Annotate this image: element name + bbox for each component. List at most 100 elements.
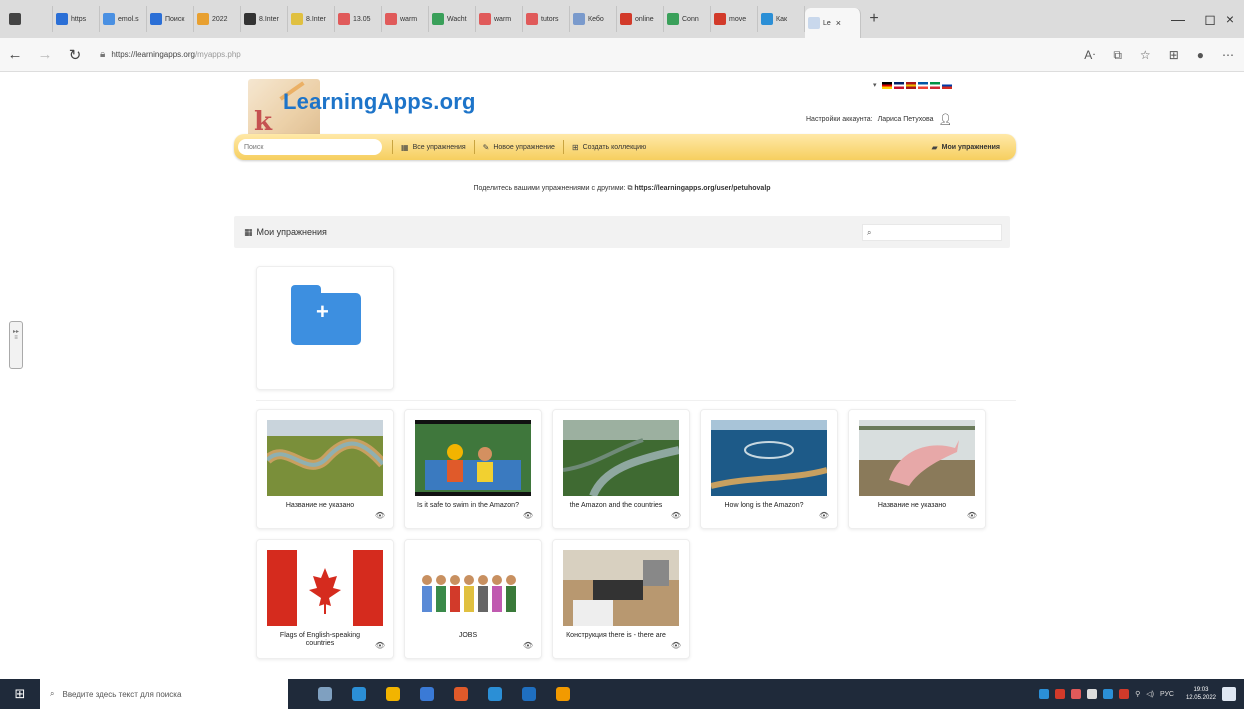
app-thumbnail[interactable] [563, 420, 679, 496]
browser-tab[interactable]: online [617, 6, 664, 32]
app-card[interactable]: the Amazon and the countries 👁︎ [552, 409, 690, 529]
language-flag-icon[interactable] [881, 81, 892, 89]
site-logo[interactable]: k LearningApps.org [248, 75, 508, 141]
browser-tab[interactable]: emol.s [100, 6, 147, 32]
eye-icon[interactable]: 👁︎ [523, 511, 533, 520]
browser-tab[interactable]: Как [758, 6, 805, 32]
new-tab-button[interactable]: + [861, 10, 887, 28]
browser-tab[interactable]: Conn [664, 6, 711, 32]
eye-icon[interactable]: 👁︎ [375, 511, 385, 520]
reload-button[interactable]: ↻ [60, 46, 90, 64]
taskbar-app-icon[interactable] [386, 687, 400, 701]
app-card-title[interactable]: Название не указано [265, 502, 375, 510]
app-thumbnail[interactable] [711, 420, 827, 496]
browser-tab[interactable]: tutors [523, 6, 570, 32]
app-card[interactable]: Конструкция there is - there are 👁︎ [552, 539, 690, 659]
tray-app-icon[interactable] [1071, 689, 1082, 699]
eye-icon[interactable]: 👁︎ [375, 641, 385, 650]
sidebar-collapse-handle[interactable]: ▸▸ ≡ [9, 321, 23, 369]
read-aloud-icon[interactable]: Aᐧ [1084, 48, 1095, 62]
browser-tab[interactable] [6, 6, 53, 32]
taskbar-app-icon[interactable] [556, 687, 570, 701]
browser-tab[interactable]: 13.05 [335, 6, 382, 32]
app-thumbnail[interactable] [267, 550, 383, 626]
chevron-down-icon[interactable]: ▾ [873, 81, 877, 89]
app-card[interactable]: Название не указано 👁︎ [848, 409, 986, 529]
eye-icon[interactable]: 👁︎ [523, 641, 533, 650]
language-flag-icon[interactable] [929, 81, 940, 89]
app-card-title[interactable]: JOBS [413, 632, 523, 640]
eye-icon[interactable]: 👁︎ [819, 511, 829, 520]
favorites-star-icon[interactable]: ☆ [1140, 48, 1151, 62]
browser-tab[interactable]: Wacht [429, 6, 476, 32]
nav-create-collection[interactable]: ⊞ Создать коллекцию [572, 143, 646, 152]
browser-tab[interactable]: 2022 [194, 6, 241, 32]
app-thumbnail[interactable] [267, 420, 383, 496]
app-card-title[interactable]: Конструкция there is - there are [561, 632, 671, 640]
tray-app-icon[interactable] [1039, 689, 1050, 699]
taskbar-app-icon[interactable] [352, 687, 366, 701]
nav-new-app[interactable]: ✎ Новое упражнение [483, 143, 555, 152]
browser-tab[interactable]: 8.Inter [241, 6, 288, 32]
forward-button[interactable]: → [30, 46, 60, 63]
more-menu-icon[interactable]: ⋯ [1222, 48, 1234, 62]
tab-close-icon[interactable]: × [836, 18, 841, 28]
taskbar-app-icon[interactable] [318, 687, 332, 701]
app-card-title[interactable]: How long is the Amazon? [709, 502, 819, 510]
app-card[interactable]: Is it safe to swim in the Amazon? 👁︎ [404, 409, 542, 529]
language-indicator[interactable]: РУС [1160, 691, 1174, 698]
taskbar-app-icon[interactable] [522, 687, 536, 701]
app-card[interactable]: Название не указано 👁︎ [256, 409, 394, 529]
app-thumbnail[interactable] [415, 420, 531, 496]
search-input[interactable] [238, 139, 382, 155]
language-flag-icon[interactable] [905, 81, 916, 89]
language-flag-icon[interactable] [917, 81, 928, 89]
app-thumbnail[interactable] [415, 550, 531, 626]
share-url[interactable]: https://learningapps.org/user/petuhovalp [634, 185, 770, 192]
close-window-button[interactable]: × [1216, 0, 1244, 38]
app-thumbnail[interactable] [563, 550, 679, 626]
extensions-icon[interactable]: ⧉ [1113, 48, 1122, 63]
section-search-input[interactable]: ⌕ [862, 224, 1002, 241]
nav-all-apps[interactable]: ▦ Все упражнения [401, 143, 466, 152]
app-card-title[interactable]: Is it safe to swim in the Amazon? [413, 502, 523, 510]
account-settings[interactable]: Настройки аккаунта: Лариса Петухова 👤︎ [806, 113, 953, 126]
browser-tab[interactable]: Поиск [147, 6, 194, 32]
browser-tab[interactable]: warm [382, 6, 429, 32]
tray-app-icon[interactable] [1119, 689, 1130, 699]
taskbar-search[interactable]: ⌕ Введите здесь текст для поиска [40, 679, 288, 709]
app-card[interactable]: JOBS 👁︎ [404, 539, 542, 659]
browser-tab[interactable]: move [711, 6, 758, 32]
app-card-title[interactable]: Flags of English-speaking countries [265, 632, 375, 648]
app-card-title[interactable]: Название не указано [857, 502, 967, 510]
back-button[interactable]: ← [0, 46, 30, 63]
browser-tab[interactable]: Кебо [570, 6, 617, 32]
taskbar-app-icon[interactable] [454, 687, 468, 701]
app-card-title[interactable]: the Amazon and the countries [561, 502, 671, 510]
app-thumbnail[interactable] [859, 420, 975, 496]
eye-icon[interactable]: 👁︎ [967, 511, 977, 520]
tab-active[interactable]: Le × [805, 8, 861, 38]
tray-app-icon[interactable] [1103, 689, 1114, 699]
eye-icon[interactable]: 👁︎ [671, 641, 681, 650]
network-icon[interactable]: ⚲ [1135, 690, 1140, 698]
browser-tab[interactable]: warm [476, 6, 523, 32]
language-flag-icon[interactable] [941, 81, 952, 89]
collections-icon[interactable]: ⊞ [1169, 48, 1179, 62]
browser-tab[interactable]: 8.Inter [288, 6, 335, 32]
language-flag-icon[interactable] [893, 81, 904, 89]
app-card[interactable]: Flags of English-speaking countries 👁︎ [256, 539, 394, 659]
app-card[interactable]: How long is the Amazon? 👁︎ [700, 409, 838, 529]
volume-icon[interactable]: ◁) [1146, 690, 1154, 698]
eye-icon[interactable]: 👁︎ [671, 511, 681, 520]
windows-start-button[interactable]: ⊞ [0, 686, 40, 702]
clock[interactable]: 19:03 12.05.2022 [1186, 686, 1216, 702]
url-field[interactable]: 🔒︎ https://learningapps.org/myapps.php [100, 43, 960, 67]
new-folder-card[interactable]: + [256, 266, 394, 390]
tray-app-icon[interactable] [1087, 689, 1098, 699]
taskbar-app-icon[interactable] [420, 687, 434, 701]
tray-app-icon[interactable] [1055, 689, 1066, 699]
taskbar-app-icon[interactable] [488, 687, 502, 701]
profile-icon[interactable]: ● [1197, 48, 1204, 62]
browser-tab[interactable]: https [53, 6, 100, 32]
